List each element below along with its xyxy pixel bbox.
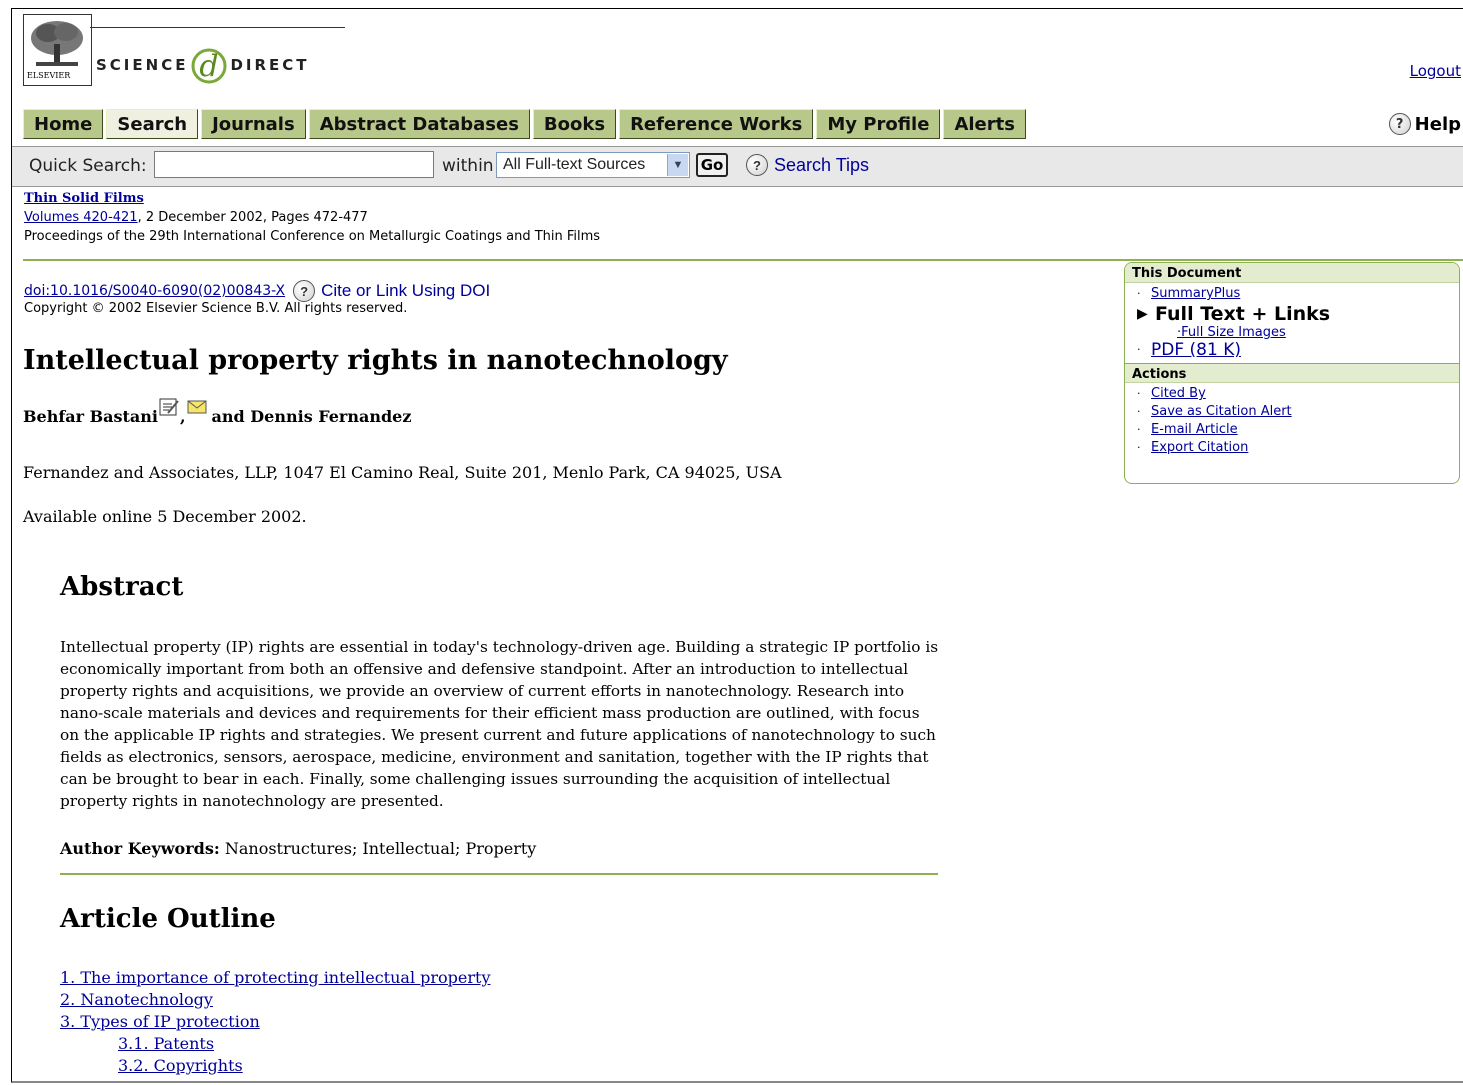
sciencedirect-d-icon: d xyxy=(191,48,227,84)
help-icon: ? xyxy=(1388,113,1411,135)
chevron-down-icon: ▼ xyxy=(667,154,688,176)
page: ELSEVIER SCIENCE d DIRECT Logout Home Se… xyxy=(11,8,1463,1083)
volume-link[interactable]: Volumes 420-421 xyxy=(24,210,138,225)
affiliation: Fernandez and Associates, LLP, 1047 El C… xyxy=(23,463,782,482)
quick-search-bar: Quick Search: within All Full-text Sourc… xyxy=(12,146,1463,187)
export-citation-link[interactable]: Export Citation xyxy=(1151,439,1248,457)
cite-doi-link[interactable]: ? Cite or Link Using DOI xyxy=(293,280,490,302)
brand-science: SCIENCE xyxy=(96,56,189,74)
elsevier-logo[interactable]: ELSEVIER xyxy=(23,14,92,86)
abstract-text: Intellectual property (IP) rights are es… xyxy=(60,638,939,810)
svg-text:d: d xyxy=(200,49,219,84)
source-select[interactable]: All Full-text Sources ▼ xyxy=(496,152,690,178)
full-size-images-link[interactable]: ·Full Size Images xyxy=(1177,325,1286,340)
divider xyxy=(60,873,938,875)
this-document-heading: This Document xyxy=(1125,263,1459,283)
outline-item[interactable]: 1. The importance of protecting intellec… xyxy=(60,968,491,987)
outline-item[interactable]: 3. Types of IP protection xyxy=(60,1012,260,1031)
this-document-list: · SummaryPlus ▶ Full Text + Links ·Full … xyxy=(1125,283,1459,363)
summaryplus-link[interactable]: SummaryPlus xyxy=(1151,285,1240,303)
outline-subitem[interactable]: 3.2. Copyrights xyxy=(118,1056,243,1075)
cite-doi-label: Cite or Link Using DOI xyxy=(321,281,491,300)
keywords-value: Nanostructures; Intellectual; Property xyxy=(224,839,537,858)
cited-by-link[interactable]: Cited By xyxy=(1151,385,1206,403)
bullet: · xyxy=(1137,441,1141,454)
outline-subitem[interactable]: 3.1. Patents xyxy=(118,1034,214,1053)
copyright: Copyright © 2002 Elsevier Science B.V. A… xyxy=(24,301,408,316)
article-title: Intellectual property rights in nanotech… xyxy=(23,345,728,376)
doi-row: doi:10.1016/S0040-6090(02)00843-X ? Cite… xyxy=(24,280,490,302)
help-label: Help xyxy=(1414,113,1461,135)
bullet: · xyxy=(1137,343,1141,356)
author-separator: , xyxy=(179,407,186,426)
elsevier-wordmark: ELSEVIER xyxy=(27,71,71,80)
nav-reference-works[interactable]: Reference Works xyxy=(619,109,814,139)
outline-item[interactable]: 2. Nanotechnology xyxy=(60,990,213,1009)
keywords-label: Author Keywords: xyxy=(60,839,220,858)
source-select-value: All Full-text Sources xyxy=(503,156,646,173)
bullet: · xyxy=(1137,387,1141,400)
nav-search[interactable]: Search xyxy=(106,109,199,139)
article-outline-heading: Article Outline xyxy=(60,904,276,934)
nav-abstract-databases[interactable]: Abstract Databases xyxy=(308,109,530,139)
nav-books[interactable]: Books xyxy=(532,109,617,139)
bullet: · xyxy=(1137,405,1141,418)
nav-alerts[interactable]: Alerts xyxy=(943,109,1026,139)
go-button[interactable]: Go xyxy=(696,153,728,177)
save-citation-alert-link[interactable]: Save as Citation Alert xyxy=(1151,403,1292,421)
email-article-link[interactable]: E-mail Article xyxy=(1151,421,1238,439)
quick-search-label: Quick Search: xyxy=(29,156,147,176)
author-coauthor: and Dennis Fernandez xyxy=(211,407,412,426)
article-outline: 1. The importance of protecting intellec… xyxy=(60,967,491,1077)
logo-rule xyxy=(90,27,345,28)
document-sidebar: This Document · SummaryPlus ▶ Full Text … xyxy=(1124,262,1460,484)
quick-search-input[interactable] xyxy=(154,151,434,178)
within-label: within xyxy=(442,156,494,176)
bullet: · xyxy=(1137,423,1141,436)
actions-heading: Actions xyxy=(1125,363,1459,383)
pdf-link[interactable]: PDF (81 K) xyxy=(1151,341,1241,359)
tree-logo-icon xyxy=(28,18,86,70)
nav-home[interactable]: Home xyxy=(23,109,104,139)
search-tips-link[interactable]: ? Search Tips xyxy=(746,154,869,176)
main-nav: Home Search Journals Abstract Databases … xyxy=(23,109,1026,139)
authors: Behfar Bastani , and Dennis Fernandez xyxy=(23,398,412,426)
logout-link[interactable]: Logout xyxy=(1410,62,1461,80)
actions-list: · Cited By · Save as Citation Alert · E-… xyxy=(1125,383,1459,461)
nav-my-profile[interactable]: My Profile xyxy=(816,109,941,139)
doi-link[interactable]: doi:10.1016/S0040-6090(02)00843-X xyxy=(24,283,285,299)
email-icon[interactable] xyxy=(187,398,207,416)
sciencedirect-logo[interactable]: SCIENCE d DIRECT xyxy=(96,45,310,85)
issue-date-pages: , 2 December 2002, Pages 472-477 xyxy=(137,210,368,225)
bullet: · xyxy=(1137,287,1141,300)
author-name: Behfar Bastani xyxy=(23,407,158,426)
help-icon: ? xyxy=(293,280,316,302)
journal-title-link[interactable]: Thin Solid Films xyxy=(24,191,144,206)
available-online: Available online 5 December 2002. xyxy=(23,507,307,526)
abstract-heading: Abstract xyxy=(60,572,184,602)
corresponding-author-icon[interactable] xyxy=(159,398,179,416)
help-icon: ? xyxy=(746,154,768,176)
triangle-right-icon: ▶ xyxy=(1137,306,1148,322)
search-tips-label: Search Tips xyxy=(774,154,870,175)
brand-direct: DIRECT xyxy=(230,56,310,74)
divider xyxy=(23,259,1463,261)
full-text-current: Full Text + Links xyxy=(1155,303,1331,325)
help-link[interactable]: ? Help xyxy=(1388,113,1461,135)
nav-journals[interactable]: Journals xyxy=(201,109,306,139)
journal-info: Thin Solid Films Volumes 420-421, 2 Dece… xyxy=(24,189,600,246)
proceedings-text: Proceedings of the 29th International Co… xyxy=(24,229,601,244)
author-keywords: Author Keywords: Nanostructures; Intelle… xyxy=(60,839,536,858)
